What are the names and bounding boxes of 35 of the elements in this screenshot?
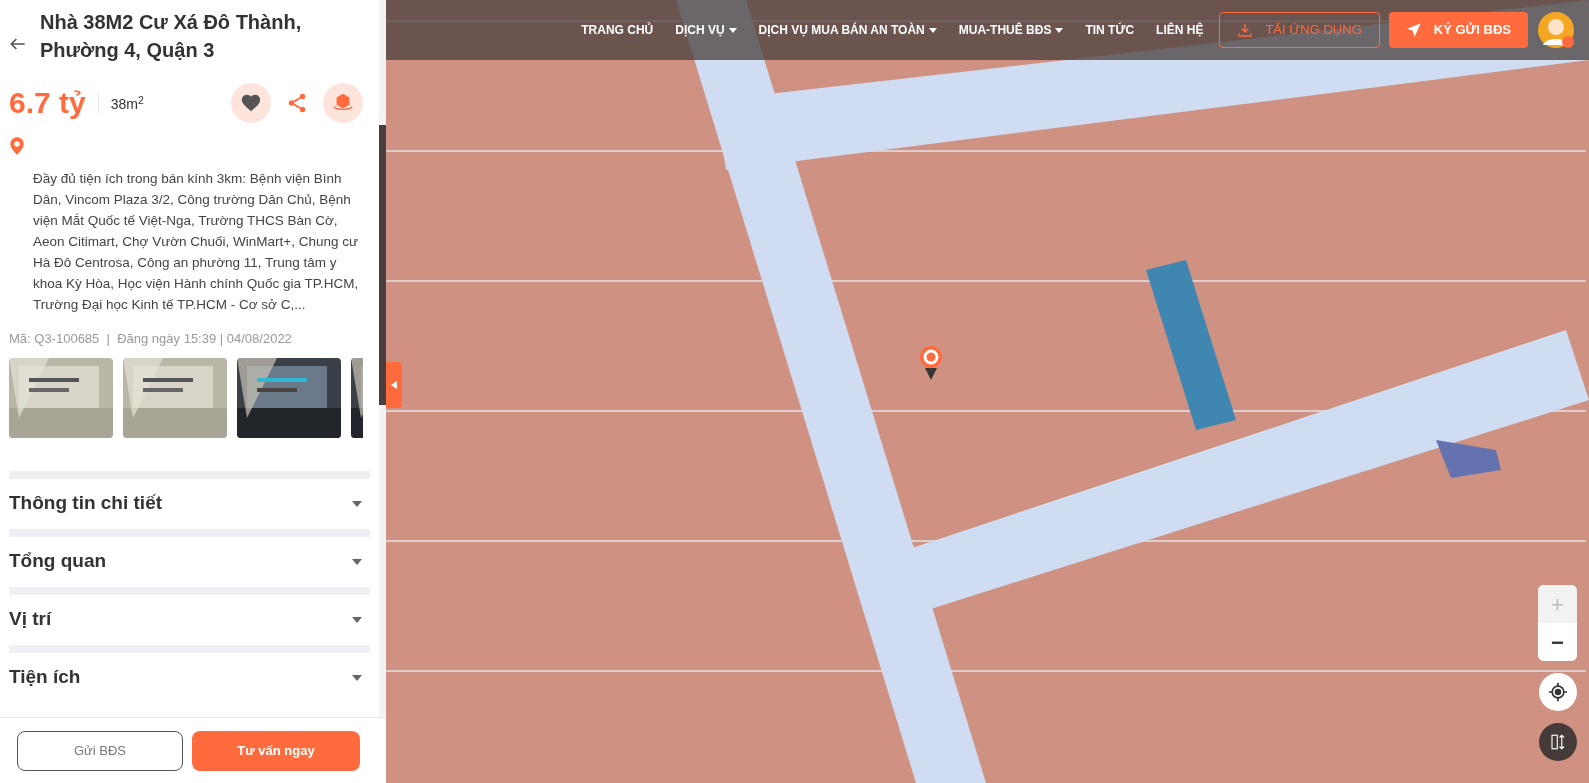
scrollbar-thumb[interactable] [379,125,386,405]
3d-view-button[interactable] [323,82,363,123]
favorite-button[interactable] [231,82,271,123]
area: 38m$^{2}$ [110,94,144,115]
ruler-icon [1548,733,1567,751]
caret-icon [352,616,362,623]
caret-icon [728,27,737,33]
caret-icon [352,558,362,565]
caret-left-icon [391,381,397,389]
download-icon [1237,22,1254,38]
submit-property-button[interactable]: Gửi BĐS [17,730,183,771]
listing-title: Nhà 38M2 Cư Xá Đô Thành, Phường 4, Quận 3 [40,10,303,63]
listing-meta: Mã: Q3-100685 | Đăng ngày 15:39 | 04/08/2022 [8,330,293,348]
caret-icon [352,674,362,681]
description: Đầy đủ tiện ích trong bán kính 3km: Bệnh viện Bình Dân, Vincom Plaza 3/2, Công trường Dân Chủ, Bệnh viện Mắt Quốc tế Việt-Nga, Trường THCS Bàn Cờ, Aeon Citimart, Chợ Vườn Chuối, WinMart+, Chung cư Hà Đô Centrosa, Công an phường 11, Trung tâm y khoa Kỳ Hòa, Học viện Hành chính Quốc gia TP.HCM, Trường Đại học Kinh tế TP.HCM - Cơ sở C,... [32,170,360,314]
nav-link[interactable]: MUA-THUÊ BĐS [958,21,1064,39]
map-marker-icon [919,346,943,380]
nav-link[interactable]: DỊCH VỤ [675,21,737,39]
price: 6.7 tỷ [9,85,86,121]
section-header[interactable]: Thông tin chi tiết [9,478,370,529]
target-icon [1547,682,1568,702]
section-header[interactable]: Tổng quan [9,536,370,587]
section-header[interactable]: Vị trí [9,594,370,645]
avatar-icon[interactable] [1537,11,1575,49]
nav-link[interactable]: DỊCH VỤ MUA BÁN AN TOÀN [758,21,937,39]
caret-icon [352,500,362,507]
caret-icon [928,27,937,33]
nav-link[interactable]: TIN TỨC [1085,21,1135,39]
location-pin-icon [9,137,25,155]
nav-link[interactable]: LIÊN HỆ [1156,21,1204,39]
nav-link[interactable]: TRANG CHỦ [581,21,654,39]
share-icon[interactable] [286,91,308,114]
section-header[interactable]: Tiện ích [9,652,370,703]
panel-toggle-tab[interactable] [386,362,402,408]
caret-icon [1055,27,1064,33]
